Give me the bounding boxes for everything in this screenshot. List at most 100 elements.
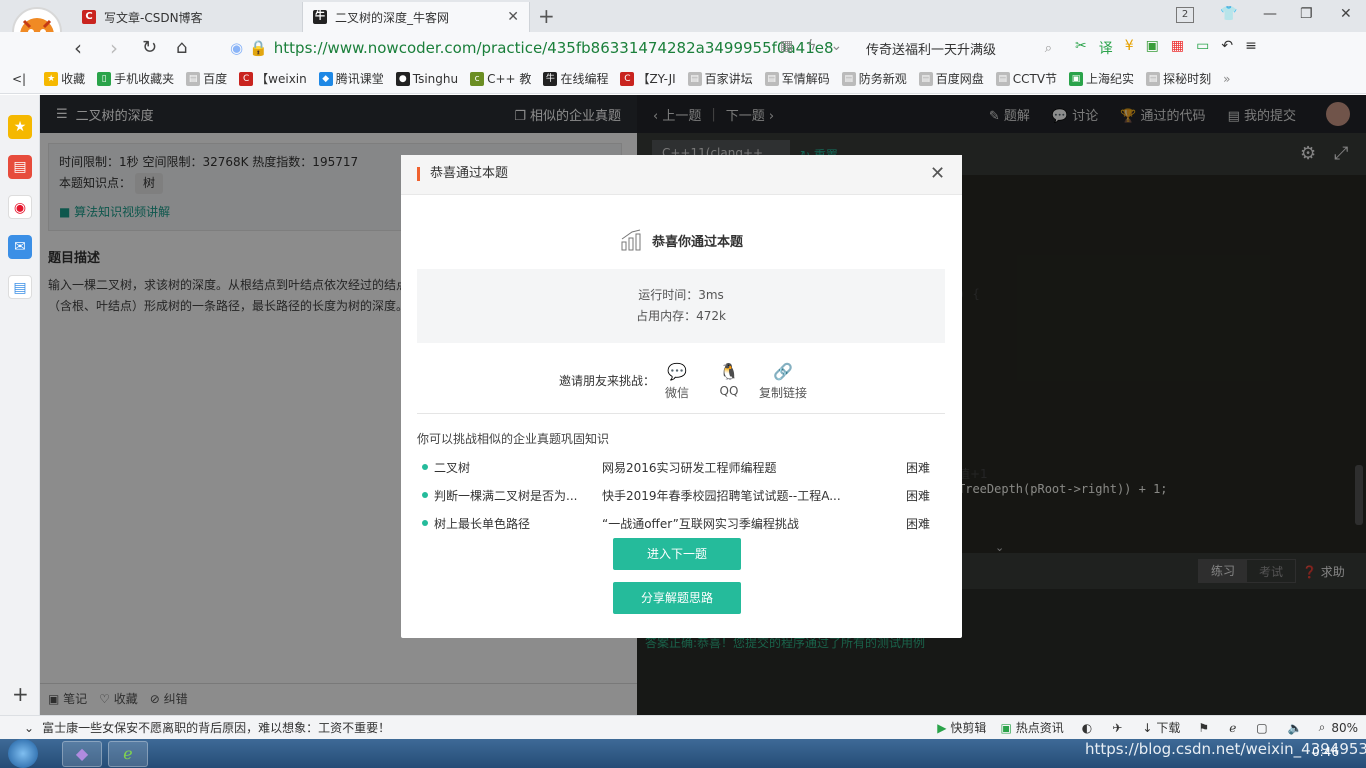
document-icon[interactable]: ▤ bbox=[8, 275, 32, 299]
battery-icon[interactable]: ▭ bbox=[1196, 38, 1209, 58]
invite-label: 邀请朋友来挑战： bbox=[559, 374, 656, 388]
window-icon[interactable]: ▢ bbox=[1256, 721, 1267, 735]
next-problem-button[interactable]: 进入下一题 bbox=[613, 538, 741, 570]
mail-icon[interactable]: ✉ bbox=[8, 235, 32, 259]
more-bookmarks-icon[interactable]: » bbox=[1223, 72, 1230, 86]
news-ticker[interactable]: 富士康一些女保安不愿离职的背后原因，难以想象：工资不重要！ bbox=[42, 719, 390, 736]
search-field[interactable]: 传奇送福利一天升满级 ⌕ bbox=[866, 36, 1052, 60]
sidebar-toggle-icon[interactable]: <| bbox=[12, 72, 26, 86]
qq-icon: 🐧 bbox=[719, 362, 739, 381]
shield-icon: ◉ bbox=[230, 39, 244, 57]
cut-label[interactable]: 快剪辑 bbox=[950, 719, 986, 736]
url-text: https://www.nowcoder.com/practice/435fb8… bbox=[273, 39, 834, 57]
cut-icon[interactable]: ▶ bbox=[937, 721, 946, 735]
new-tab-icon[interactable]: + bbox=[538, 4, 555, 28]
home-icon[interactable]: ⌂ bbox=[176, 37, 187, 58]
reload-icon[interactable]: ↻ bbox=[142, 37, 157, 58]
bookmark-item[interactable]: C 【weixin bbox=[239, 70, 307, 87]
visual-studio-icon[interactable]: ◆ bbox=[62, 741, 102, 767]
download-label[interactable]: 下载 bbox=[1156, 719, 1180, 736]
tab-nowcoder[interactable]: 牛 二叉树的深度_牛客网 ✕ bbox=[302, 2, 530, 32]
hot-news-icon[interactable]: ▣ bbox=[1000, 721, 1011, 735]
dropdown-icon[interactable]: ⌄ bbox=[830, 38, 842, 54]
similar-item[interactable]: 树上最长单色路径 “一战通offer”互联网实习季编程挑战 困难 bbox=[417, 511, 945, 535]
browser-sidebar bbox=[0, 95, 40, 715]
similar-item[interactable]: 二叉树 网易2016实习研发工程师编程题 困难 bbox=[417, 455, 945, 479]
browser-taskbar-icon[interactable]: ℯ bbox=[108, 741, 148, 767]
share-qq-button[interactable]: 🐧 QQ bbox=[709, 362, 749, 398]
browser-tool-icon[interactable]: ◐ bbox=[1082, 721, 1092, 735]
forward-icon[interactable]: › bbox=[110, 36, 118, 60]
share-solution-button[interactable]: 分享解题思路 bbox=[613, 582, 741, 614]
bookmark-item[interactable]: ▤ 探秘时刻 bbox=[1146, 70, 1211, 87]
ie-icon[interactable]: ℯ bbox=[1229, 721, 1236, 735]
url-actions: ▦ ϟ ⌄ bbox=[780, 38, 842, 54]
bookmark-item[interactable]: ▤ 百家讲坛 bbox=[687, 70, 753, 87]
search-icon[interactable]: ⌕ bbox=[1045, 41, 1052, 56]
qr-icon[interactable]: ▦ bbox=[780, 38, 793, 54]
runtime-text: 运行时间：3ms bbox=[638, 288, 724, 302]
run-stats: 运行时间：3ms 占用内存：472k bbox=[417, 269, 945, 343]
zoom-icon[interactable]: ⌕ bbox=[1319, 720, 1326, 735]
bookmark-item[interactable]: ◆ 腾讯课堂 bbox=[318, 70, 384, 87]
search-text: 传奇送福利一天升满级 bbox=[866, 42, 997, 58]
coin-icon[interactable]: ¥ bbox=[1125, 38, 1134, 58]
restore-icon[interactable]: ❐ bbox=[1300, 6, 1313, 22]
bookmark-item[interactable]: ▤ CCTV节 bbox=[995, 70, 1057, 87]
share-wechat-button[interactable]: 💬 微信 bbox=[657, 362, 697, 401]
dialog-divider bbox=[417, 413, 945, 414]
bookmark-item[interactable]: C 【ZY-JI bbox=[620, 70, 676, 87]
tab-counter[interactable]: 2 bbox=[1176, 7, 1194, 23]
bookmarks-bar: <| ★ 收藏 ▯ 手机收藏夹 ▤ 百度 C 【weixin ◆ 腾讯课堂 ● Tsingh… bbox=[0, 64, 1366, 94]
weibo-icon[interactable]: ◉ bbox=[8, 195, 32, 219]
window-close-icon[interactable]: ✕ bbox=[1340, 6, 1352, 22]
clock[interactable]: 0:46 bbox=[1312, 745, 1339, 759]
download-icon[interactable]: ↓ bbox=[1142, 721, 1152, 735]
memory-text: 占用内存：472k bbox=[636, 309, 726, 323]
copy-link-button[interactable]: 🔗 复制链接 bbox=[757, 362, 809, 401]
star-icon[interactable]: ★ bbox=[8, 115, 32, 139]
bookmark-item[interactable]: c C++ 教 bbox=[470, 70, 531, 87]
pin-icon[interactable]: ✈ bbox=[1112, 721, 1122, 735]
close-icon[interactable]: ✕ bbox=[507, 9, 519, 25]
csdn-icon: C bbox=[82, 10, 96, 24]
bookmark-item[interactable]: ▤ 百度 bbox=[186, 70, 227, 87]
back-icon[interactable]: ‹ bbox=[74, 36, 82, 60]
minimize-icon[interactable]: — bbox=[1263, 6, 1277, 22]
undo-icon[interactable]: ↶ bbox=[1221, 38, 1233, 58]
zoom-level[interactable]: 80% bbox=[1331, 721, 1358, 735]
bookmark-item[interactable]: 牛在线编程 bbox=[543, 70, 608, 87]
chart-up-icon bbox=[621, 229, 641, 251]
bookmark-item[interactable]: ★ 收藏 bbox=[44, 70, 85, 87]
bookmark-item[interactable]: ▯ 手机收藏夹 bbox=[97, 70, 174, 87]
browser-status-bar: ⌄ 富士康一些女保安不愿离职的背后原因，难以想象：工资不重要！ ▶ 快剪辑 ▣ … bbox=[0, 715, 1366, 739]
dialog-close-icon[interactable]: ✕ bbox=[930, 163, 945, 184]
similar-item[interactable]: 判断一棵满二叉树是否为... 快手2019年春季校园招聘笔试试题--工程A...… bbox=[417, 483, 945, 507]
scissors-icon[interactable]: ✂ bbox=[1075, 38, 1087, 58]
tab-title: 写文章-CSDN博客 bbox=[104, 10, 203, 25]
chevron-down-icon[interactable]: ⌄ bbox=[24, 721, 34, 735]
translate-icon[interactable]: 译 bbox=[1099, 38, 1113, 58]
lightning-icon[interactable]: ϟ bbox=[807, 38, 816, 54]
bullet-icon bbox=[422, 492, 428, 498]
extension-toolbar: ✂ 译 ¥ ▣ ▦ ▭ ↶ ≡ bbox=[1075, 38, 1257, 58]
add-icon[interactable]: + bbox=[12, 682, 29, 706]
hot-news-label[interactable]: 热点资讯 bbox=[1016, 719, 1064, 736]
bookmark-item[interactable]: ▤ 防务新观 bbox=[841, 70, 907, 87]
sound-icon[interactable]: 🔈 bbox=[1288, 721, 1303, 735]
tab-title: 二叉树的深度_牛客网 bbox=[335, 10, 450, 25]
start-button-icon[interactable] bbox=[8, 739, 38, 768]
flag-icon[interactable]: ⚑ bbox=[1198, 721, 1209, 735]
url-field[interactable]: ◉ 🔒 https://www.nowcoder.com/practice/43… bbox=[230, 36, 845, 60]
tab-csdn[interactable]: C 写文章-CSDN博客 bbox=[72, 2, 300, 32]
image-icon[interactable]: ▣ bbox=[1146, 38, 1159, 58]
news-icon[interactable]: ▤ bbox=[8, 155, 32, 179]
link-icon: 🔗 bbox=[773, 362, 793, 381]
bookmark-item[interactable]: ▣ 上海纪实 bbox=[1069, 70, 1134, 87]
menu-icon[interactable]: ≡ bbox=[1245, 38, 1257, 58]
apps-icon[interactable]: ▦ bbox=[1171, 38, 1184, 58]
bookmark-item[interactable]: ▤ 百度网盘 bbox=[918, 70, 984, 87]
bookmark-item[interactable]: ● Tsinghu bbox=[395, 71, 458, 86]
bookmark-item[interactable]: ▤ 军情解码 bbox=[764, 70, 830, 87]
shirt-icon[interactable]: 👕 bbox=[1220, 6, 1237, 22]
